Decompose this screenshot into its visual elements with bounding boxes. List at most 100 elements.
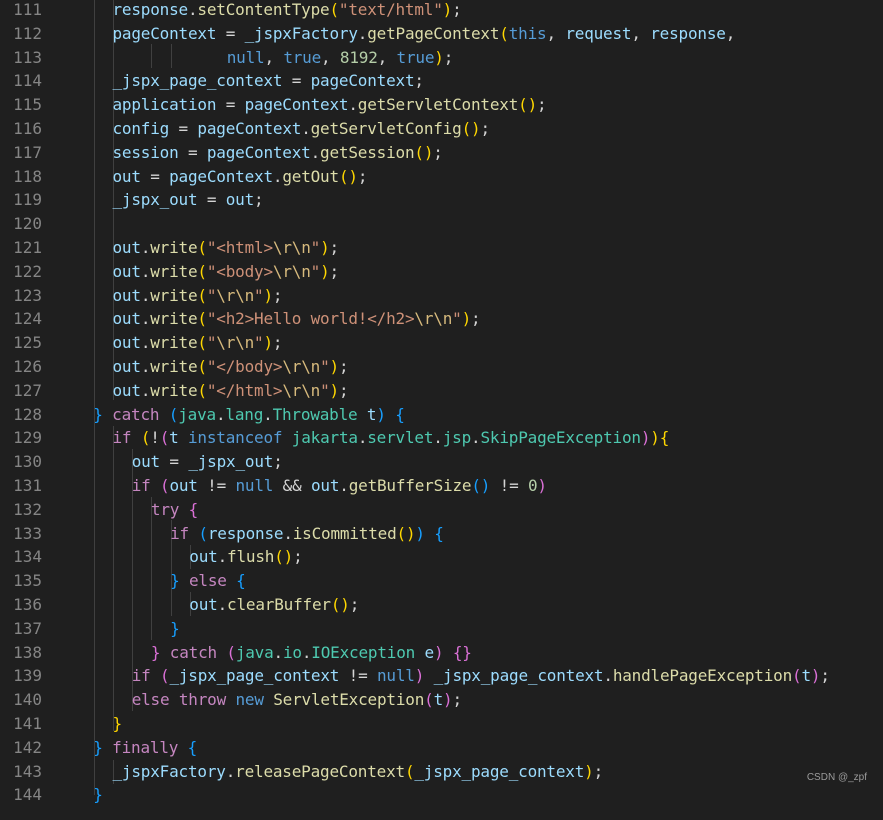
code-text: out = pageContext.getOut(); xyxy=(113,165,368,189)
code-line[interactable]: 136 out.clearBuffer(); xyxy=(0,595,883,630)
code-text: if (_jspx_page_context != null) _jspx_pa… xyxy=(132,664,830,688)
line-number: 143 xyxy=(13,761,42,781)
code-token: } xyxy=(150,642,161,662)
code-line[interactable]: 119 _jspx_out = out; xyxy=(0,190,883,225)
code-token: ) xyxy=(584,761,594,781)
code-token: . xyxy=(263,404,273,424)
code-token: } xyxy=(112,714,123,733)
code-token: } xyxy=(170,571,180,591)
code-token: out xyxy=(310,476,340,495)
code-token: write xyxy=(150,333,198,353)
code-token: \r\n xyxy=(216,285,255,305)
code-token: Throwable xyxy=(272,404,358,424)
code-token: e xyxy=(424,642,435,662)
code-token: ( xyxy=(396,523,407,543)
code-line[interactable]: 134 out.flush(); xyxy=(0,547,883,582)
code-token: ( xyxy=(140,428,151,448)
code-token: ( xyxy=(424,690,434,710)
code-token: _jspxFactory xyxy=(244,23,358,43)
code-token: } xyxy=(93,404,103,424)
code-text: } else { xyxy=(170,569,246,593)
code-token: IOException xyxy=(311,642,416,662)
code-token: ; xyxy=(349,595,360,614)
code-token: java xyxy=(235,642,274,662)
code-token: write xyxy=(150,261,198,281)
code-token: = xyxy=(160,452,189,472)
code-token: flush xyxy=(227,547,275,567)
code-token: . xyxy=(301,642,312,662)
code-token: . xyxy=(140,380,151,400)
code-line[interactable]: 143 _jspxFactory.releasePageContext(_jspx… xyxy=(0,762,883,797)
code-token: = xyxy=(216,23,245,43)
code-line[interactable]: 140 else throw new ServletException(t); xyxy=(0,690,883,725)
code-token: ) xyxy=(810,666,821,686)
code-token: ( xyxy=(461,119,472,138)
code-token: ) xyxy=(340,595,350,614)
code-token: ; xyxy=(452,0,462,19)
code-token: _jspx_page_context xyxy=(433,666,604,686)
code-text: application = pageContext.getServletCont… xyxy=(113,93,547,117)
code-token: { xyxy=(187,737,198,757)
line-number: 123 xyxy=(13,285,42,305)
code-token: ; xyxy=(820,666,830,686)
code-token: && xyxy=(273,476,311,495)
code-token: pageContext xyxy=(310,71,415,91)
code-token: ) xyxy=(320,261,330,281)
code-token: _jspxFactory xyxy=(112,761,226,781)
code-token: " xyxy=(452,309,462,329)
code-token: finally xyxy=(112,737,179,757)
code-token: ( xyxy=(197,238,207,257)
code-token: out xyxy=(112,380,142,400)
code-editor[interactable]: 111 response.setContentType("text/html");… xyxy=(0,0,883,804)
code-token: , xyxy=(631,23,651,43)
code-token: ( xyxy=(404,761,415,781)
code-token: t xyxy=(366,404,377,424)
code-text: } catch (java.lang.Throwable t) { xyxy=(93,403,405,427)
code-token: " xyxy=(310,238,321,257)
code-token: ( xyxy=(226,642,236,662)
code-token: ! xyxy=(150,428,160,448)
code-token: 0 xyxy=(527,476,538,495)
line-number: 139 xyxy=(13,666,42,686)
line-number: 122 xyxy=(13,261,42,281)
code-token: \r\n xyxy=(272,261,311,281)
code-token: { xyxy=(188,499,199,519)
code-token: ( xyxy=(414,142,424,162)
code-token: . xyxy=(433,428,443,448)
code-token: = xyxy=(169,119,198,138)
code-token: ; xyxy=(433,142,443,162)
code-token: " xyxy=(206,333,217,353)
code-token: ) xyxy=(263,285,273,305)
code-token: . xyxy=(357,428,368,448)
code-token: _jspx_page_context xyxy=(414,761,585,781)
code-token: , xyxy=(377,47,397,67)
code-token: "text/html" xyxy=(338,0,443,19)
code-token: ; xyxy=(272,333,283,353)
code-token: ( xyxy=(330,595,341,614)
code-token: out xyxy=(112,166,142,186)
code-token: . xyxy=(357,23,368,43)
code-text: } catch (java.io.IOException e) {} xyxy=(151,641,472,665)
code-token: " xyxy=(320,357,330,376)
code-token: isCommitted xyxy=(292,523,397,543)
code-token: ; xyxy=(338,357,349,376)
code-text: response.setContentType("text/html"); xyxy=(113,0,462,22)
code-token: ) xyxy=(640,428,651,448)
code-token: t xyxy=(801,666,811,686)
code-token: getSession xyxy=(320,142,415,162)
code-token: "<html> xyxy=(206,238,273,257)
code-line[interactable]: 135} else { xyxy=(0,571,883,606)
code-text: if (out != null && out.getBufferSize() !… xyxy=(132,474,547,498)
code-token: ) xyxy=(320,238,330,257)
code-token: ; xyxy=(272,285,283,305)
code-line[interactable]: 144} xyxy=(0,785,883,820)
code-line[interactable]: 131 if (out != null && out.getBufferSize(… xyxy=(0,476,883,511)
line-number: 119 xyxy=(13,190,42,210)
line-number: 130 xyxy=(13,452,42,472)
code-line[interactable]: 133 if (response.isCommitted()) { xyxy=(0,524,883,559)
code-token: if xyxy=(131,666,151,686)
